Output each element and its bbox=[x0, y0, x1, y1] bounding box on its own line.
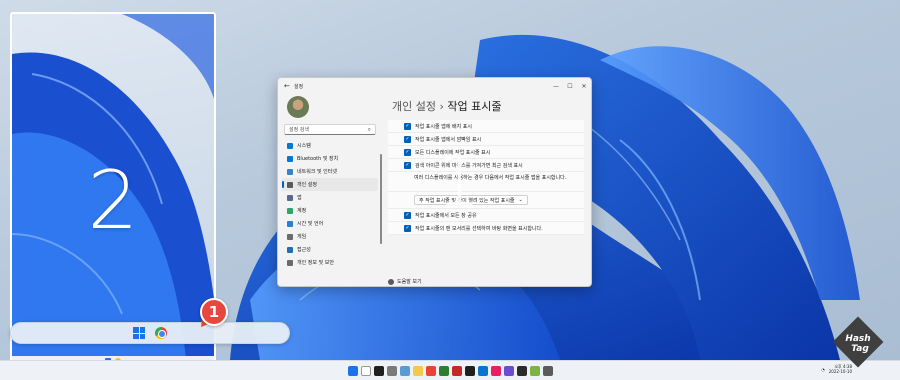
checkbox-checked[interactable]: ✓ bbox=[404, 224, 411, 232]
display-1-number: 1 bbox=[436, 140, 481, 222]
display-2-number: 2 bbox=[87, 154, 139, 247]
main-content: 개인 설정 › 작업 표시줄 ✓ 작업 표시줄 앱에 배지 표시 ✓ 작업 표시줄 앱… bbox=[380, 94, 591, 286]
search-placeholder: 설정 검색 bbox=[289, 127, 309, 133]
settings-window[interactable]: ← 설정 — ☐ ✕ 설정 검색 ⌕ 시스템 Bluetooth 및 장치네트워크… bbox=[277, 77, 592, 287]
help-link[interactable]: 도움말 보기 bbox=[388, 278, 422, 285]
sidebar-item[interactable]: 개인 설정 bbox=[282, 178, 378, 191]
nav-item-icon bbox=[287, 142, 293, 149]
close-button[interactable]: ✕ bbox=[577, 78, 591, 94]
checkbox-checked[interactable]: ✓ bbox=[404, 135, 411, 143]
secondary-taskbar-zoom bbox=[10, 322, 290, 344]
sidebar-item[interactable]: 시간 및 언어 bbox=[282, 217, 378, 230]
window-title: 설정 bbox=[294, 83, 304, 90]
watermark-line2: Tag bbox=[851, 344, 869, 354]
breadcrumb-parent[interactable]: 개인 설정 bbox=[392, 100, 436, 113]
description-row: 여러 디스플레이를 사용하는 경우 다음에서 작업 표시줄 앱을 표시합니다. bbox=[388, 172, 584, 192]
breadcrumb-current: 작업 표시줄 bbox=[447, 100, 502, 113]
sidebar-item-label: 게임 bbox=[297, 234, 307, 240]
taskbar-app-icon[interactable] bbox=[399, 365, 410, 376]
chrome-icon[interactable] bbox=[155, 327, 167, 339]
windows-start-icon[interactable] bbox=[133, 327, 145, 339]
taskbar-app-icon[interactable] bbox=[347, 365, 358, 376]
taskbar-app-icon[interactable] bbox=[373, 365, 384, 376]
nav-item-icon bbox=[287, 181, 293, 188]
sidebar-item[interactable]: 계정 bbox=[282, 204, 378, 217]
checkbox-row[interactable]: ✓ 작업 표시줄에서 모든 창 공유 bbox=[388, 209, 584, 222]
checkbox-row[interactable]: ✓ 작업 표시줄 앱에서 깜빡임 표시 bbox=[388, 133, 584, 146]
sidebar-item-label: 네트워크 및 인터넷 bbox=[297, 169, 337, 175]
nav-item-icon bbox=[287, 259, 293, 266]
sidebar-item[interactable]: 개인 정보 및 보안 bbox=[282, 256, 378, 269]
sidebar-item[interactable]: 네트워크 및 인터넷 bbox=[282, 165, 378, 178]
search-icon: ⌕ bbox=[367, 125, 371, 133]
nav-item-icon bbox=[287, 155, 293, 162]
nav-item-icon bbox=[287, 207, 293, 214]
display-2-preview: 2 bbox=[10, 12, 216, 368]
taskbar-app-icon[interactable] bbox=[386, 365, 397, 376]
title-bar: ← 설정 — ☐ ✕ bbox=[278, 78, 591, 94]
nav-item-icon bbox=[287, 194, 293, 201]
taskbar-app-icon[interactable] bbox=[451, 365, 462, 376]
taskbar-app-icon[interactable] bbox=[464, 365, 475, 376]
taskbar-app-icon[interactable] bbox=[503, 365, 514, 376]
breadcrumb-separator: › bbox=[439, 100, 444, 113]
sidebar: 설정 검색 ⌕ 시스템 Bluetooth 및 장치네트워크 및 인터넷개인 설정… bbox=[278, 94, 382, 286]
minimize-button[interactable]: — bbox=[549, 78, 563, 94]
checkbox-checked[interactable]: ✓ bbox=[404, 161, 411, 169]
sidebar-item-label: 시간 및 언어 bbox=[297, 221, 324, 227]
checkbox-checked[interactable]: ✓ bbox=[404, 211, 411, 219]
help-label: 도움말 보기 bbox=[397, 279, 422, 285]
taskbar-app-icon[interactable] bbox=[412, 365, 423, 376]
nav-item-icon bbox=[287, 168, 293, 175]
search-input[interactable]: 설정 검색 ⌕ bbox=[284, 124, 376, 135]
chevron-down-icon: ⌄ bbox=[518, 197, 523, 203]
checkbox-row[interactable]: ✓ 모든 디스플레이에 작업 표시줄 표시 bbox=[388, 146, 584, 159]
checkbox-checked[interactable]: ✓ bbox=[404, 122, 411, 130]
checkbox-row[interactable]: ✓ 검색 아이콘 위에 마우스를 가져가면 최근 검색 표시 bbox=[388, 159, 584, 172]
checkbox-row[interactable]: ✓ 작업 표시줄 앱에 배지 표시 bbox=[388, 120, 584, 133]
sidebar-item[interactable]: 게임 bbox=[282, 230, 378, 243]
callout-badge: 1 bbox=[200, 298, 228, 326]
maximize-button[interactable]: ☐ bbox=[563, 78, 577, 94]
nav-item-icon bbox=[287, 246, 293, 253]
taskbar-app-icon[interactable] bbox=[360, 365, 371, 376]
checkbox-checked[interactable]: ✓ bbox=[404, 148, 411, 156]
taskbar-behaviors-panel: ✓ 작업 표시줄 앱에 배지 표시 ✓ 작업 표시줄 앱에서 깜빡임 표시 ✓ 모든 디스… bbox=[388, 120, 584, 235]
taskbar: ◔ 오후 4:38 2022-10-10 bbox=[0, 360, 900, 380]
nav-item-icon bbox=[287, 220, 293, 227]
taskbar-app-icon[interactable] bbox=[542, 365, 553, 376]
taskbar-app-icon[interactable] bbox=[516, 365, 527, 376]
sidebar-item[interactable]: 시스템 bbox=[282, 139, 378, 152]
sidebar-item[interactable]: 접근성 bbox=[282, 243, 378, 256]
taskbar-app-icon[interactable] bbox=[529, 365, 540, 376]
avatar[interactable] bbox=[287, 96, 309, 118]
watermark-line1: Hash bbox=[845, 334, 870, 344]
sidebar-item[interactable]: Bluetooth 및 장치 bbox=[282, 152, 378, 165]
sidebar-item-label: 개인 정보 및 보안 bbox=[297, 260, 334, 266]
page-title: 개인 설정 › 작업 표시줄 bbox=[388, 94, 591, 120]
sidebar-item[interactable]: 앱 bbox=[282, 191, 378, 204]
sidebar-item-label: Bluetooth 및 장치 bbox=[297, 156, 339, 162]
back-arrow-icon[interactable]: ← bbox=[284, 82, 294, 90]
taskbar-app-icon[interactable] bbox=[490, 365, 501, 376]
sidebar-item-label: 앱 bbox=[297, 195, 302, 201]
nav-item-icon bbox=[287, 233, 293, 240]
sidebar-item-label: 접근성 bbox=[297, 247, 311, 253]
sidebar-item-label: 개인 설정 bbox=[297, 182, 317, 188]
taskbar-app-icon[interactable] bbox=[438, 365, 449, 376]
wifi-icon[interactable]: ◔ bbox=[821, 367, 825, 372]
hashtag-watermark-logo: Hash Tag bbox=[832, 316, 884, 368]
dropdown-row[interactable]: 주 작업 표시줄 및 창이 열려 있는 작업 표시줄 ⌄ bbox=[388, 192, 584, 209]
sidebar-item-label: 계정 bbox=[297, 208, 307, 214]
row-label: 작업 표시줄의 맨 모서리를 선택하여 바탕 화면을 표시합니다. bbox=[415, 225, 543, 232]
row-label: 작업 표시줄 앱에 배지 표시 bbox=[415, 123, 472, 130]
help-icon bbox=[388, 278, 394, 285]
nav-list: 시스템 Bluetooth 및 장치네트워크 및 인터넷개인 설정앱계정시간 및 … bbox=[282, 139, 378, 269]
taskbar-app-icon[interactable] bbox=[477, 365, 488, 376]
sidebar-item-label: 시스템 bbox=[297, 143, 311, 149]
taskbar-app-icon[interactable] bbox=[425, 365, 436, 376]
checkbox-row[interactable]: ✓ 작업 표시줄의 맨 모서리를 선택하여 바탕 화면을 표시합니다. bbox=[388, 222, 584, 235]
sidebar-scrollbar[interactable] bbox=[380, 154, 382, 244]
